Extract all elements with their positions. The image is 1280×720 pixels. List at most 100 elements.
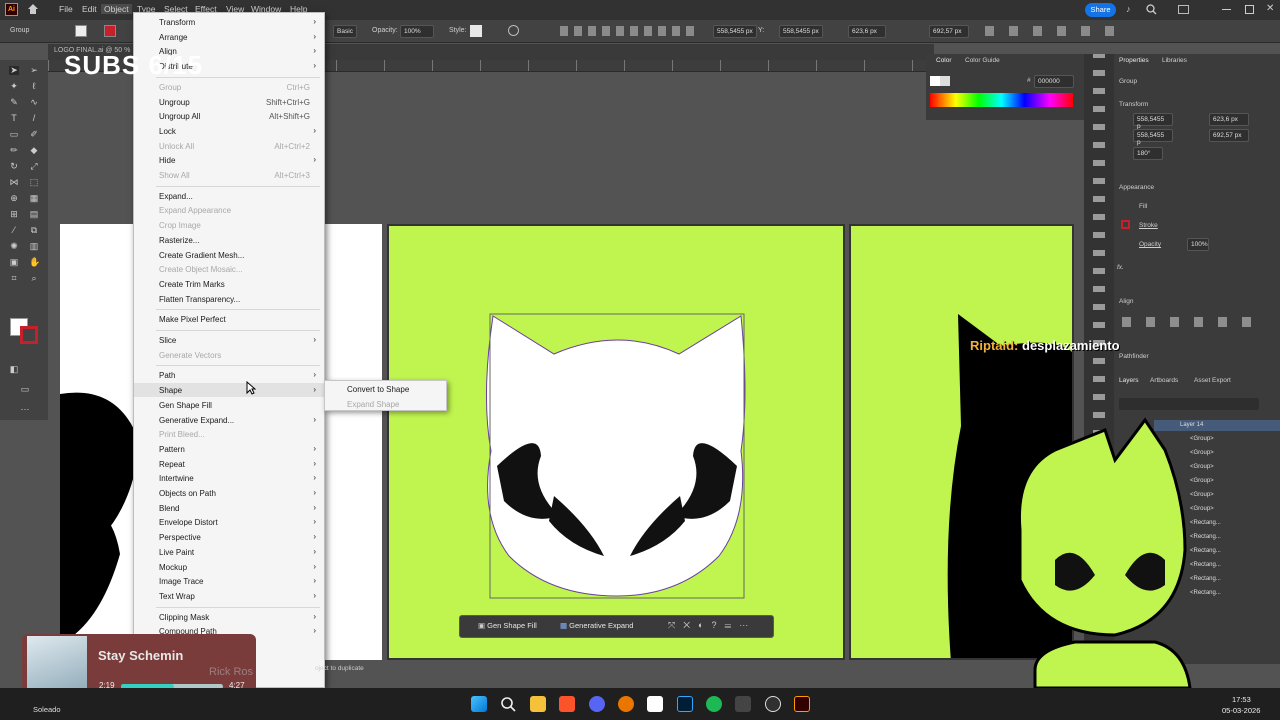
menu-item-text-wrap[interactable]: Text Wrap › (134, 589, 324, 603)
align-icons[interactable] (560, 26, 700, 36)
menu-item-ungroup-all[interactable]: Ungroup All Alt+Shift+G (134, 109, 324, 123)
stroke-swatch-prop[interactable] (1121, 220, 1130, 229)
color-guide-tab[interactable]: Color Guide (965, 57, 1000, 64)
hex-field[interactable]: 000000 (1034, 75, 1074, 88)
perspective-grid-icon[interactable]: ▦ (29, 194, 39, 203)
menu-item-generate-vectors[interactable]: Generate Vectors (134, 348, 324, 362)
line-tool-icon[interactable]: / (29, 114, 39, 123)
opacity-prop-field[interactable]: 100% (1187, 238, 1209, 251)
symbol-sprayer-icon[interactable]: ✺ (9, 242, 19, 251)
menu-item-shape[interactable]: Shape › (134, 383, 324, 398)
magic-wand-icon[interactable]: ✦ (9, 82, 19, 91)
color-fill-stroke[interactable] (930, 76, 950, 86)
eraser-icon[interactable]: ◆ (29, 146, 39, 155)
menu-item-create-object-mosaic[interactable]: Create Object Mosaic... (134, 262, 324, 276)
menu-item-arrange[interactable]: Arrange › (134, 30, 324, 44)
close-icon[interactable]: ✕ (1266, 3, 1274, 14)
artboard-tool-icon[interactable]: ▣ (9, 258, 19, 267)
menu-item-ungroup[interactable]: Ungroup Shift+Ctrl+G (134, 95, 324, 109)
expand-shape-item[interactable]: Expand Shape (347, 400, 400, 409)
recolor-icon[interactable] (508, 25, 519, 36)
type-tool-icon[interactable]: T (9, 114, 19, 123)
shaper-icon[interactable]: ✏ (9, 146, 19, 155)
menu-item-intertwine[interactable]: Intertwine › (134, 471, 324, 485)
mesh-tool-icon[interactable]: ⊞ (9, 210, 19, 219)
stroke-swatch[interactable] (104, 25, 116, 37)
layers-search[interactable] (1119, 398, 1259, 410)
blender-icon[interactable] (618, 696, 634, 712)
hand-tool-icon[interactable]: ✋ (29, 258, 40, 267)
menu-item-clipping-mask[interactable]: Clipping Mask › (134, 610, 324, 624)
brush-style-field[interactable]: Basic (333, 25, 357, 38)
illustrator-taskbar-icon[interactable] (794, 696, 810, 712)
zoom-tool-icon[interactable]: ⌕ (29, 274, 39, 283)
generative-expand-button[interactable]: ▦ Generative Expand (560, 621, 652, 634)
menu-object[interactable]: Object (101, 4, 132, 14)
prop-x-field[interactable]: 558,5455 p (1133, 113, 1173, 130)
menu-item-create-trim-marks[interactable]: Create Trim Marks (134, 277, 324, 291)
fill-stroke-widget[interactable] (10, 318, 40, 346)
paintbrush-icon[interactable]: ✐ (29, 130, 39, 139)
menu-item-flatten-transparency[interactable]: Flatten Transparency... (134, 292, 324, 306)
notion-icon[interactable] (647, 696, 663, 712)
shape-builder-icon[interactable]: ⊕ (9, 194, 19, 203)
cat-logo[interactable] (389, 226, 847, 662)
search-icon[interactable] (1146, 4, 1157, 15)
lasso-icon[interactable]: ℓ (29, 82, 39, 91)
selection-tool-icon[interactable]: ➤ (9, 66, 19, 75)
menu-item-path[interactable]: Path › (134, 368, 324, 382)
x-field[interactable]: 558,5455 px (713, 25, 757, 38)
menu-item-expand-appearance[interactable]: Expand Appearance (134, 203, 324, 217)
artboards-tab[interactable]: Artboards (1150, 377, 1178, 384)
menu-item-live-paint[interactable]: Live Paint › (134, 545, 324, 559)
home-icon[interactable] (27, 3, 39, 15)
menu-item-hide[interactable]: Hide › (134, 153, 324, 167)
brave-icon[interactable] (559, 696, 575, 712)
menu-item-gen-shape-fill[interactable]: Gen Shape Fill (134, 398, 324, 412)
curvature-icon[interactable]: ∿ (29, 98, 39, 107)
file-explorer-icon[interactable] (530, 696, 546, 712)
gen-shape-fill-button[interactable]: ▣ Gen Shape Fill (478, 621, 550, 634)
start-icon[interactable] (471, 696, 487, 712)
rotate-tool-icon[interactable]: ↻ (9, 162, 19, 171)
menu-item-perspective[interactable]: Perspective › (134, 530, 324, 544)
libraries-tab[interactable]: Libraries (1162, 57, 1187, 64)
width-field[interactable]: 623,6 px (848, 25, 886, 38)
color-tab[interactable]: Color (936, 57, 952, 64)
menu-item-group[interactable]: Group Ctrl+G (134, 80, 324, 94)
prop-y-field[interactable]: 558,5455 p (1133, 129, 1173, 146)
search-taskbar-icon[interactable] (500, 696, 516, 712)
prop-h-field[interactable]: 692,57 px (1209, 129, 1249, 142)
spotify-icon[interactable] (706, 696, 722, 712)
workspace-icon[interactable] (1178, 5, 1189, 14)
menu-item-objects-on-path[interactable]: Objects on Path › (134, 486, 324, 500)
prop-w-field[interactable]: 623,6 px (1209, 113, 1249, 126)
menu-item-blend[interactable]: Blend › (134, 501, 324, 515)
rectangle-tool-icon[interactable]: ▭ (9, 130, 19, 139)
ctx-tool-icons[interactable]: ⤧✕◐?☰⋯ (668, 620, 756, 631)
style-swatch[interactable] (470, 25, 482, 37)
artboard-center[interactable] (387, 224, 845, 660)
discord-icon[interactable] (589, 696, 605, 712)
menu-item-repeat[interactable]: Repeat › (134, 457, 324, 471)
menu-item-unlock-all[interactable]: Unlock All Alt+Ctrl+2 (134, 139, 324, 153)
slice-tool-icon[interactable]: ⌗ (9, 274, 19, 283)
menu-item-print-bleed[interactable]: Print Bleed... (134, 427, 324, 441)
minimize-icon[interactable] (1222, 9, 1231, 10)
align-buttons[interactable] (1122, 317, 1266, 327)
bell-icon[interactable]: ♪ (1126, 4, 1136, 15)
pen-tool-icon[interactable]: ✎ (9, 98, 19, 107)
menu-item-pattern[interactable]: Pattern › (134, 442, 324, 456)
opacity-field[interactable]: 100% (400, 25, 434, 38)
asset-export-tab[interactable]: Asset Export (1194, 377, 1231, 384)
eyedropper-icon[interactable]: ⁄ (9, 226, 19, 235)
properties-tab[interactable]: Properties (1119, 57, 1149, 64)
obs-icon[interactable] (765, 696, 781, 712)
menu-item-rasterize[interactable]: Rasterize... (134, 233, 324, 247)
menu-item-envelope-distort[interactable]: Envelope Distort › (134, 515, 324, 529)
menu-item-crop-image[interactable]: Crop Image (134, 218, 324, 232)
menu-item-generative-expand[interactable]: Generative Expand... › (134, 413, 324, 427)
menu-item-expand[interactable]: Expand... (134, 189, 324, 203)
stroke-label[interactable]: Stroke (1139, 222, 1158, 229)
share-button[interactable]: Share (1085, 3, 1116, 17)
